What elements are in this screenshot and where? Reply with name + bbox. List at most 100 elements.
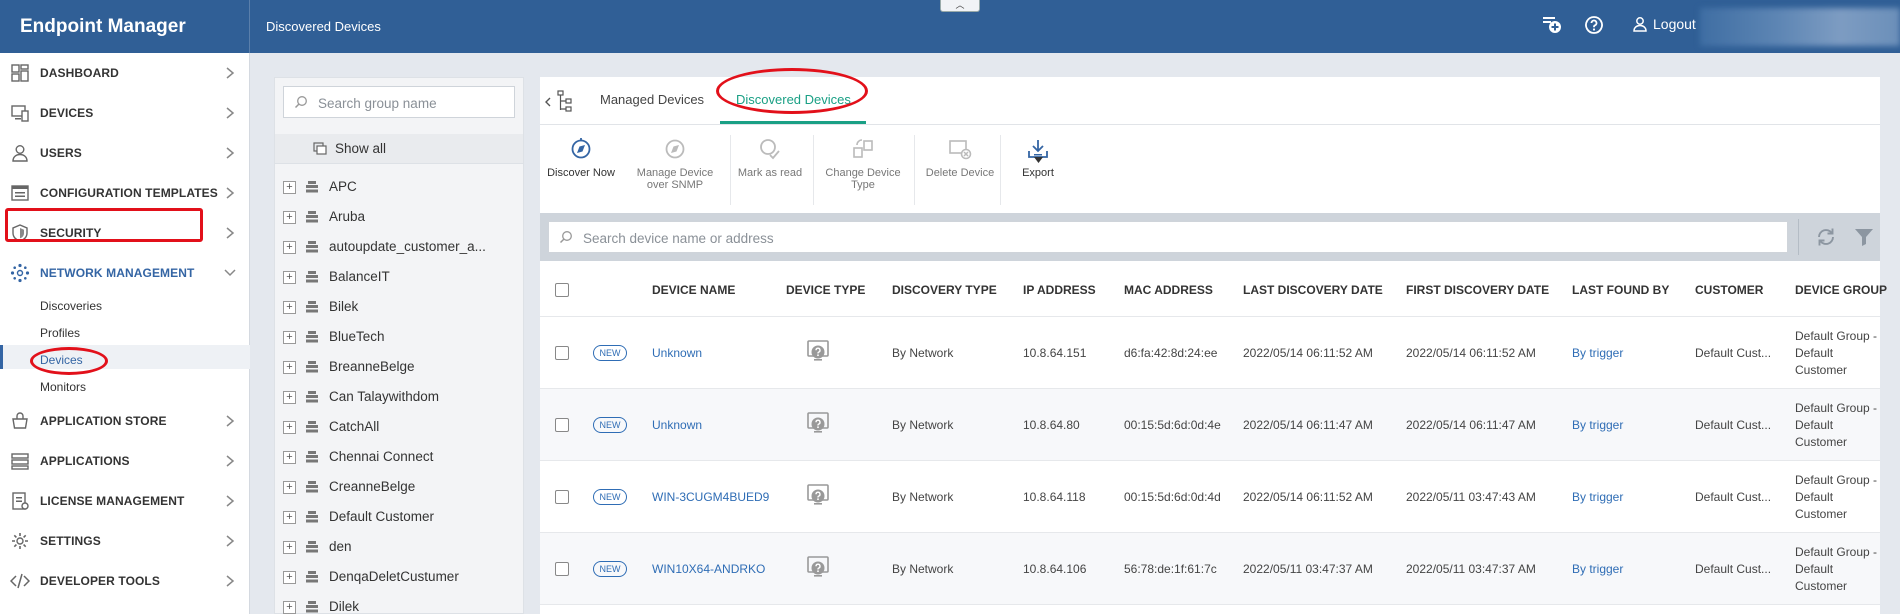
- group-label: Dilek: [329, 599, 360, 614]
- sidebar-subitem-monitors[interactable]: Monitors: [40, 380, 86, 394]
- first-discovery-cell: 2022/05/14 06:11:52 AM: [1406, 346, 1536, 360]
- expand-icon[interactable]: +: [283, 451, 296, 464]
- sidebar-item-devices[interactable]: DEVICES: [0, 93, 250, 133]
- group-item[interactable]: + autoupdate_customer_a...: [275, 232, 523, 262]
- column-mac-address[interactable]: MAC ADDRESS: [1124, 283, 1213, 297]
- show-all-groups[interactable]: Show all: [275, 134, 523, 164]
- last-found-by-link[interactable]: By trigger: [1572, 418, 1623, 432]
- sidebar-item-dashboard[interactable]: DASHBOARD: [0, 53, 250, 93]
- expand-icon[interactable]: +: [283, 181, 296, 194]
- column-ip-address[interactable]: IP ADDRESS: [1023, 283, 1096, 297]
- group-panel: Show all + APC + Aruba + autoupdate_customer_…: [274, 77, 524, 614]
- device-name-link[interactable]: WIN-3CUGM4BUED9: [652, 490, 769, 504]
- device-search-input[interactable]: [583, 228, 1763, 248]
- table-row[interactable]: NEW Unknown By Network 10.8.64.151 d6:fa:42:…: [540, 317, 1880, 389]
- manage-snmp-label-2: over SNMP: [646, 179, 704, 191]
- table-row[interactable]: NEW WIN10X64-ANDRKO By Network 10.8.64.106 5…: [540, 533, 1880, 605]
- collapse-header-toggle[interactable]: ︿: [940, 0, 980, 12]
- chevron-right-icon: [226, 107, 235, 119]
- expand-icon[interactable]: +: [283, 271, 296, 284]
- table-row[interactable]: NEW WIN-3CUGM4BUED9 By Network 10.8.64.118 0…: [540, 461, 1880, 533]
- column-device-group[interactable]: DEVICE GROUP: [1795, 283, 1887, 297]
- sidebar-item-application-store[interactable]: APPLICATION STORE: [0, 401, 250, 441]
- column-last-discovery-date[interactable]: LAST DISCOVERY DATE: [1243, 283, 1383, 297]
- manage-snmp-button[interactable]: Manage Device over SNMP: [630, 137, 720, 191]
- mark-as-read-button[interactable]: Mark as read: [730, 137, 810, 179]
- select-all-checkbox[interactable]: [555, 283, 569, 297]
- export-dropdown-icon[interactable]: [1034, 157, 1043, 163]
- sidebar-subitem-discoveries[interactable]: Discoveries: [40, 299, 102, 313]
- sidebar-item-configuration-templates[interactable]: CONFIGURATION TEMPLATES: [0, 173, 250, 213]
- expand-icon[interactable]: +: [283, 511, 296, 524]
- group-item[interactable]: + BalanceIT: [275, 262, 523, 292]
- row-checkbox[interactable]: [555, 562, 569, 576]
- expand-icon[interactable]: +: [283, 301, 296, 314]
- expand-icon[interactable]: +: [283, 331, 296, 344]
- logout-button[interactable]: Logout: [1632, 16, 1696, 32]
- sidebar-item-label: USERS: [40, 146, 82, 160]
- group-item[interactable]: + DenqaDeletCustumer: [275, 562, 523, 592]
- group-item[interactable]: + Can Talaywithdom: [275, 382, 523, 412]
- sidebar-subitem-profiles[interactable]: Profiles: [40, 326, 80, 340]
- last-found-by-link[interactable]: By trigger: [1572, 562, 1623, 576]
- group-item[interactable]: + Dilek: [275, 592, 523, 614]
- tree-toggle-icon[interactable]: [544, 87, 574, 115]
- column-first-discovery-date[interactable]: FIRST DISCOVERY DATE: [1406, 283, 1549, 297]
- last-found-by-link[interactable]: By trigger: [1572, 490, 1623, 504]
- column-device-type[interactable]: DEVICE TYPE: [786, 283, 865, 297]
- expand-icon[interactable]: +: [283, 541, 296, 554]
- device-name-link[interactable]: WIN10X64-ANDRKO: [652, 562, 765, 576]
- group-item[interactable]: + Default Customer: [275, 502, 523, 532]
- expand-icon[interactable]: +: [283, 571, 296, 584]
- dashboard-icon: [11, 64, 29, 82]
- expand-icon[interactable]: +: [283, 391, 296, 404]
- discover-now-button[interactable]: Discover Now: [546, 137, 616, 179]
- sidebar-item-network-management[interactable]: NETWORK MANAGEMENT: [0, 253, 250, 293]
- group-item[interactable]: + Chennai Connect: [275, 442, 523, 472]
- expand-icon[interactable]: +: [283, 211, 296, 224]
- expand-icon[interactable]: +: [283, 361, 296, 374]
- change-device-type-button[interactable]: Change Device Type: [818, 137, 908, 191]
- add-icon[interactable]: [1541, 14, 1563, 36]
- expand-icon[interactable]: +: [283, 481, 296, 494]
- row-checkbox[interactable]: [555, 346, 569, 360]
- group-item[interactable]: + BlueTech: [275, 322, 523, 352]
- group-search-input[interactable]: [318, 93, 508, 113]
- group-label: BalanceIT: [329, 269, 390, 284]
- row-checkbox[interactable]: [555, 418, 569, 432]
- expand-icon[interactable]: +: [283, 601, 296, 614]
- device-name-link[interactable]: Unknown: [652, 418, 702, 432]
- group-item[interactable]: + CreanneBelge: [275, 472, 523, 502]
- refresh-icon[interactable]: [1814, 225, 1838, 249]
- sidebar-item-label: APPLICATION STORE: [40, 414, 167, 428]
- group-icon: [306, 361, 318, 373]
- column-customer[interactable]: CUSTOMER: [1695, 283, 1763, 297]
- group-item[interactable]: + CatchAll: [275, 412, 523, 442]
- expand-icon[interactable]: +: [283, 241, 296, 254]
- expand-icon[interactable]: +: [283, 421, 296, 434]
- last-found-by-link[interactable]: By trigger: [1572, 346, 1623, 360]
- filter-icon[interactable]: [1852, 225, 1876, 249]
- group-item[interactable]: + Aruba: [275, 202, 523, 232]
- delete-device-button[interactable]: Delete Device: [920, 137, 1000, 179]
- device-name-link[interactable]: Unknown: [652, 346, 702, 360]
- device-search-bar: [540, 213, 1880, 261]
- column-discovery-type[interactable]: DISCOVERY TYPE: [892, 283, 997, 297]
- group-item[interactable]: + Bilek: [275, 292, 523, 322]
- new-badge: NEW: [593, 561, 627, 577]
- table-row[interactable]: NEW Unknown By Network 10.8.64.80 00:15:5d:6…: [540, 389, 1880, 461]
- column-device-name[interactable]: DEVICE NAME: [652, 283, 735, 297]
- sidebar-item-settings[interactable]: SETTINGS: [0, 521, 250, 561]
- group-item[interactable]: + APC: [275, 172, 523, 202]
- change-type-icon: [853, 139, 873, 158]
- help-icon[interactable]: [1583, 14, 1605, 36]
- sidebar-item-applications[interactable]: APPLICATIONS: [0, 441, 250, 481]
- row-checkbox[interactable]: [555, 490, 569, 504]
- group-item[interactable]: + den: [275, 532, 523, 562]
- sidebar-item-developer-tools[interactable]: DEVELOPER TOOLS: [0, 561, 250, 601]
- sidebar-item-users[interactable]: USERS: [0, 133, 250, 173]
- group-item[interactable]: + BreanneBelge: [275, 352, 523, 382]
- sidebar-item-license-management[interactable]: LICENSE MANAGEMENT: [0, 481, 250, 521]
- column-last-found-by[interactable]: LAST FOUND BY: [1572, 283, 1669, 297]
- tab-managed-devices[interactable]: Managed Devices: [600, 92, 704, 107]
